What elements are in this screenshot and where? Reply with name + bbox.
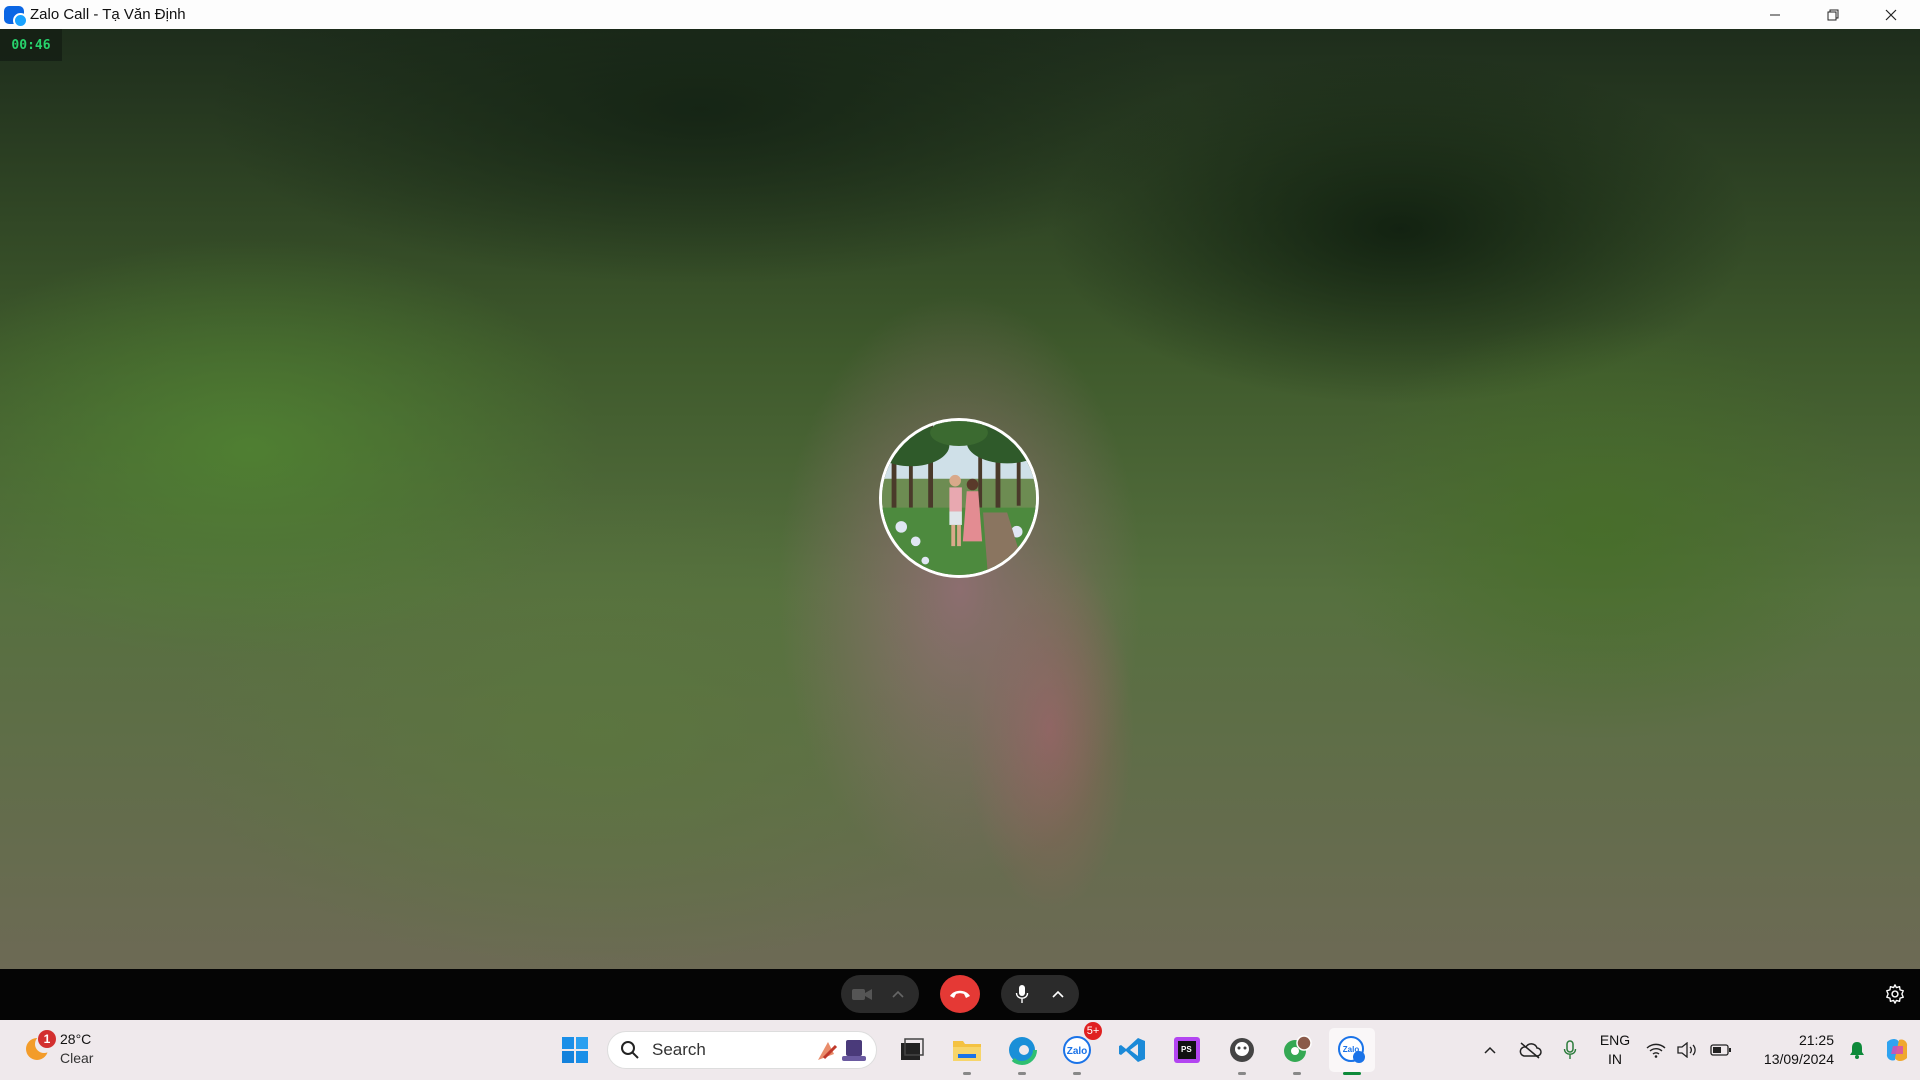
close-icon <box>1885 9 1897 20</box>
window-controls <box>1746 0 1920 29</box>
file-explorer-button[interactable] <box>944 1028 990 1075</box>
clock-time: 21:25 <box>1798 1032 1834 1048</box>
keyboard-region: IN <box>1608 1051 1622 1067</box>
folder-icon <box>953 1041 981 1061</box>
svg-text:Zalo: Zalo <box>1067 1046 1088 1057</box>
restore-button[interactable] <box>1804 0 1862 29</box>
bell-icon <box>1850 1042 1864 1059</box>
cloud-offline-icon <box>1519 1042 1542 1059</box>
notifications-button[interactable] <box>1840 1030 1874 1070</box>
show-hidden-icons-button[interactable] <box>1470 1030 1510 1070</box>
chrome-profile-button[interactable] <box>1274 1028 1320 1075</box>
close-button[interactable] <box>1862 0 1920 29</box>
gear-icon <box>1886 984 1904 1004</box>
battery-icon <box>1710 1044 1731 1056</box>
chrome-icon <box>1284 1035 1312 1062</box>
copilot-button[interactable] <box>1874 1030 1920 1070</box>
task-view-button[interactable] <box>889 1028 935 1072</box>
vscode-icon <box>1119 1038 1145 1062</box>
windows-taskbar: 1 28°C Clear Search Zalo 5+ PS Zalo ENG … <box>0 1020 1920 1080</box>
language-code: ENG <box>1599 1032 1631 1048</box>
chevron-up-icon <box>892 990 904 998</box>
microphone-button[interactable] <box>1001 975 1043 1013</box>
zalo-button[interactable]: Zalo 5+ <box>1054 1022 1102 1075</box>
zalo-call-button[interactable]: Zalo <box>1329 1028 1375 1075</box>
microphone-options-button[interactable] <box>1043 975 1073 1013</box>
windows-start-icon <box>562 1037 588 1063</box>
edge-browser-icon <box>1007 1035 1037 1065</box>
wifi-icon <box>1646 1043 1666 1058</box>
github-icon <box>1230 1038 1254 1062</box>
microphone-control-group <box>1001 975 1079 1013</box>
clock-date: 13/09/2024 <box>1763 1051 1834 1067</box>
camera-options-button[interactable] <box>883 975 913 1013</box>
speaker-icon <box>1677 1042 1696 1058</box>
search-icon <box>621 1041 639 1059</box>
zalo-icon: Zalo <box>1063 1036 1091 1064</box>
copilot-icon <box>1886 1039 1908 1061</box>
camera-button[interactable] <box>841 975 883 1013</box>
weather-temperature: 28°C <box>60 1031 92 1047</box>
end-call-button[interactable] <box>940 975 980 1013</box>
onedrive-button[interactable] <box>1510 1030 1550 1070</box>
camera-control-group <box>841 975 919 1013</box>
call-video-area: 00:46 <box>0 29 1920 969</box>
phpstorm-icon: PS <box>1174 1037 1200 1063</box>
contact-photo <box>882 421 1036 575</box>
clock[interactable]: 21:25 13/09/2024 <box>1738 1031 1834 1069</box>
weather-widget[interactable]: 1 28°C Clear <box>22 1030 93 1068</box>
zalo-app-icon <box>4 5 28 28</box>
system-tray: ENG IN 21:25 13/09/2024 <box>1470 1020 1920 1080</box>
microphone-in-use-button[interactable] <box>1550 1030 1590 1070</box>
weather-condition: Clear <box>60 1050 94 1066</box>
microphone-icon <box>1015 985 1029 1003</box>
task-view-icon <box>901 1038 924 1060</box>
microphone-icon <box>1563 1040 1577 1059</box>
volume-button[interactable] <box>1672 1030 1704 1070</box>
call-timer: 00:46 <box>0 29 62 61</box>
language-indicator[interactable]: ENG IN <box>1590 1031 1640 1069</box>
call-control-bar <box>0 969 1920 1020</box>
title-bar: Zalo Call - Tạ Văn Định <box>0 0 1920 29</box>
battery-button[interactable] <box>1704 1030 1738 1070</box>
search-label: Search <box>652 1040 706 1059</box>
chevron-up-icon <box>1052 990 1064 998</box>
edge-browser-button[interactable] <box>999 1028 1045 1075</box>
github-desktop-button[interactable] <box>1219 1028 1265 1075</box>
call-settings-button[interactable] <box>1884 983 1906 1005</box>
search-highlight-icon <box>818 1040 866 1061</box>
window-title: Zalo Call - Tạ Văn Định <box>30 6 186 23</box>
contact-avatar <box>879 418 1039 578</box>
weather-moon-icon: 1 <box>22 1030 56 1064</box>
zalo-call-icon: Zalo <box>1338 1036 1365 1063</box>
start-button[interactable] <box>552 1028 598 1072</box>
svg-text:PS: PS <box>1181 1045 1192 1054</box>
weather-alert-badge: 1 <box>38 1030 56 1048</box>
video-camera-icon <box>852 989 872 1000</box>
zalo-notification-badge: 5+ <box>1084 1022 1102 1040</box>
chevron-up-icon <box>1484 1046 1496 1054</box>
wifi-button[interactable] <box>1640 1030 1672 1070</box>
minimize-button[interactable] <box>1746 0 1804 29</box>
vscode-button[interactable] <box>1109 1028 1155 1072</box>
restore-icon <box>1827 9 1839 20</box>
taskbar-search[interactable]: Search <box>607 1031 877 1069</box>
phpstorm-button[interactable]: PS <box>1164 1028 1210 1072</box>
hang-up-icon <box>950 990 970 998</box>
minimize-icon <box>1770 14 1780 15</box>
taskbar-apps: Search Zalo 5+ PS Zalo <box>552 1022 1384 1075</box>
